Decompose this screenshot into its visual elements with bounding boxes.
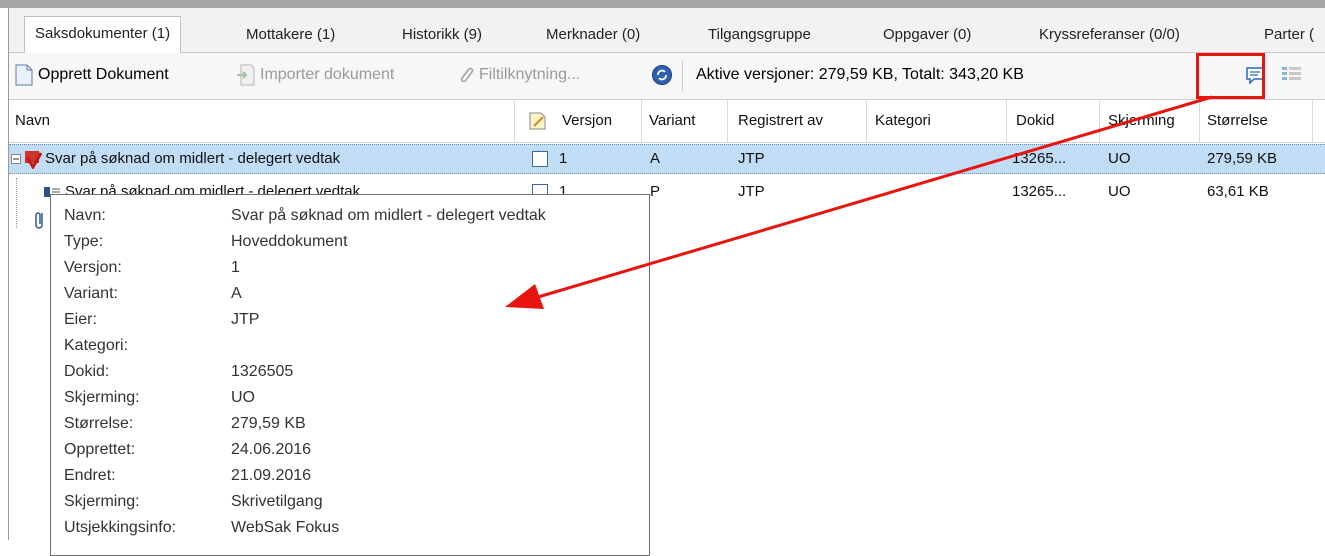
annotation-arrow [505,95,1213,309]
